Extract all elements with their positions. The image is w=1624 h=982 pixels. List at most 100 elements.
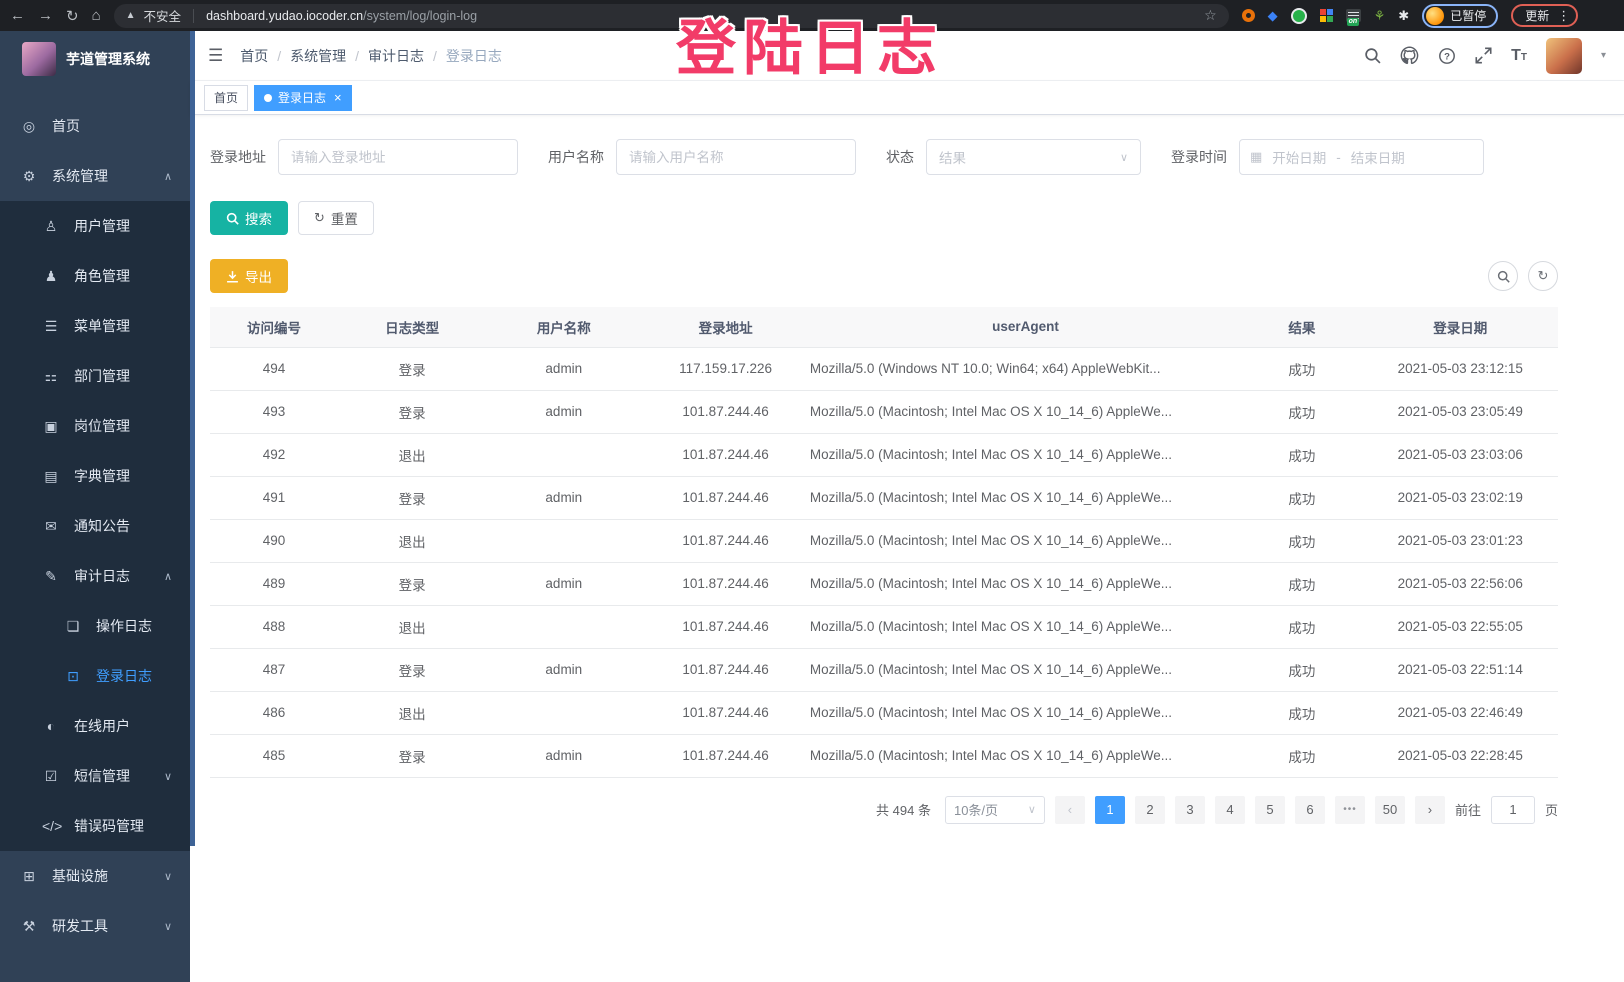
extension-grid-icon[interactable] xyxy=(1320,9,1333,22)
help-icon[interactable]: ? xyxy=(1438,47,1456,65)
cell-id: 493 xyxy=(210,390,338,433)
pagination-total: 共 494 条 xyxy=(876,800,931,819)
cell-ip: 101.87.244.46 xyxy=(641,562,810,605)
browser-update-button[interactable]: 更新 ⋮ xyxy=(1511,4,1578,27)
calendar-icon: ▦ xyxy=(1250,149,1262,165)
table-row: 494登录admin117.159.17.226Mozilla/5.0 (Win… xyxy=(210,347,1558,390)
page-button-6[interactable]: 6 xyxy=(1295,796,1325,824)
extension-donut-icon[interactable] xyxy=(1242,9,1255,22)
font-size-icon[interactable]: TT xyxy=(1511,47,1527,65)
search-button[interactable]: 搜索 xyxy=(210,201,288,235)
right-toolbar: ↻ xyxy=(1488,261,1558,291)
sidebar-item-dev-tools[interactable]: ⚒研发工具∨ xyxy=(0,901,190,951)
extension-list-icon[interactable]: on xyxy=(1346,9,1361,22)
cell-id: 489 xyxy=(210,562,338,605)
column-header: 日志类型 xyxy=(338,307,486,347)
sidebar-item-login-log[interactable]: ⊡登录日志 xyxy=(0,651,190,701)
login-time-range-picker[interactable]: ▦ 开始日期 - 结束日期 xyxy=(1239,139,1484,175)
breadcrumb-separator: / xyxy=(433,48,437,64)
sidebar-item-dept-management[interactable]: ⚏部门管理 xyxy=(0,351,190,401)
toggle-search-button[interactable] xyxy=(1488,261,1518,291)
security-label: 不安全 xyxy=(144,6,182,25)
sidebar-item-notice[interactable]: ✉通知公告 xyxy=(0,501,190,551)
chevron-up-icon: ∧ xyxy=(164,170,172,183)
fullscreen-icon[interactable] xyxy=(1475,47,1492,64)
browser-profile-chip[interactable]: 已暂停 xyxy=(1422,4,1498,28)
sidebar-item-error-code-management[interactable]: </>错误码管理 xyxy=(0,801,190,851)
sidebar-item-dict-management[interactable]: ▤字典管理 xyxy=(0,451,190,501)
cell-user xyxy=(486,605,641,648)
sidebar-item-infrastructure[interactable]: ⊞基础设施∨ xyxy=(0,851,190,901)
page-button-5[interactable]: 5 xyxy=(1255,796,1285,824)
cell-date: 2021-05-03 23:03:06 xyxy=(1363,433,1559,476)
back-icon[interactable]: ← xyxy=(10,7,25,24)
status-select[interactable]: 结果 ∨ xyxy=(926,139,1141,175)
date-start-placeholder: 开始日期 xyxy=(1272,147,1326,167)
cell-ua: Mozilla/5.0 (Macintosh; Intel Mac OS X 1… xyxy=(810,605,1241,648)
column-header: 用户名称 xyxy=(486,307,641,347)
hamburger-icon[interactable]: ☰ xyxy=(208,46,223,66)
next-page-button[interactable]: › xyxy=(1415,796,1445,824)
address-bar[interactable]: ▲ 不安全 dashboard.yudao.iocoder.cn/system/… xyxy=(114,4,1229,28)
sidebar-item-operate-log[interactable]: ❏操作日志 xyxy=(0,601,190,651)
reset-button[interactable]: ↻ 重置 xyxy=(298,201,374,235)
cell-user: admin xyxy=(486,476,641,519)
page-button-50[interactable]: 50 xyxy=(1375,796,1405,824)
caret-down-icon[interactable]: ▾ xyxy=(1601,50,1606,61)
page-button-4[interactable]: 4 xyxy=(1215,796,1245,824)
breadcrumb-item[interactable]: 首页 xyxy=(240,46,268,66)
sidebar-item-home[interactable]: ◎首页 xyxy=(0,101,190,151)
export-button[interactable]: 导出 xyxy=(210,259,288,293)
sidebar-item-audit-log[interactable]: ✎审计日志∧ xyxy=(0,551,190,601)
page-button-3[interactable]: 3 xyxy=(1175,796,1205,824)
sidebar-item-sms-management[interactable]: ☑短信管理∨ xyxy=(0,751,190,801)
page-button-1[interactable]: 1 xyxy=(1095,796,1125,824)
tag-login-log[interactable]: 登录日志× xyxy=(254,85,352,111)
prev-page-button[interactable]: ‹ xyxy=(1055,796,1085,824)
breadcrumb-item[interactable]: 系统管理 xyxy=(290,46,346,66)
more-pages-button[interactable]: ••• xyxy=(1335,796,1365,824)
refresh-icon: ↻ xyxy=(314,210,325,226)
sidebar-item-menu-management[interactable]: ☰菜单管理 xyxy=(0,301,190,351)
avatar[interactable] xyxy=(1546,38,1582,74)
reload-icon[interactable]: ↻ xyxy=(66,7,79,25)
extension-green-icon[interactable] xyxy=(1291,8,1307,24)
bookmark-star-icon[interactable]: ☆ xyxy=(1204,7,1217,24)
page-size-value: 10条/页 xyxy=(954,800,998,819)
logo[interactable]: 芋道管理系统 xyxy=(0,31,190,87)
username-input[interactable] xyxy=(616,139,856,175)
browser-menu-icon[interactable]: ⋮ xyxy=(1557,8,1570,24)
sidebar-item-label: 用户管理 xyxy=(74,216,130,236)
cell-result: 成功 xyxy=(1241,562,1362,605)
svg-text:?: ? xyxy=(1444,51,1450,62)
close-icon[interactable]: × xyxy=(334,90,342,105)
forward-icon[interactable]: → xyxy=(38,7,53,24)
github-icon[interactable] xyxy=(1400,46,1419,65)
table-row: 485登录admin101.87.244.46Mozilla/5.0 (Maci… xyxy=(210,734,1558,777)
cell-ip: 117.159.17.226 xyxy=(641,347,810,390)
browser-home-icon[interactable]: ⌂ xyxy=(92,7,101,24)
goto-page-input[interactable] xyxy=(1491,796,1535,824)
sidebar-item-label: 研发工具 xyxy=(52,916,108,936)
refresh-table-button[interactable]: ↻ xyxy=(1528,261,1558,291)
status-select-placeholder: 结果 xyxy=(939,147,966,167)
table-row: 489登录admin101.87.244.46Mozilla/5.0 (Maci… xyxy=(210,562,1558,605)
goto-suffix: 页 xyxy=(1545,800,1558,819)
extensions-puzzle-icon[interactable]: ✱ xyxy=(1398,8,1409,24)
sidebar-item-system-management[interactable]: ⚙系统管理∧ xyxy=(0,151,190,201)
extension-gem-icon[interactable]: ◆ xyxy=(1268,8,1278,24)
search-icon[interactable] xyxy=(1364,47,1381,64)
sidebar-item-online-user[interactable]: ◐在线用户 xyxy=(0,701,190,751)
column-header: userAgent xyxy=(810,307,1241,347)
sidebar-item-post-management[interactable]: ▣岗位管理 xyxy=(0,401,190,451)
sidebar-item-user-management[interactable]: ♙用户管理 xyxy=(0,201,190,251)
login-address-input[interactable] xyxy=(278,139,518,175)
org-tree-icon: ⚏ xyxy=(42,368,60,385)
cell-type: 登录 xyxy=(338,562,486,605)
page-button-2[interactable]: 2 xyxy=(1135,796,1165,824)
sidebar-item-role-management[interactable]: ♟角色管理 xyxy=(0,251,190,301)
tag-home[interactable]: 首页 xyxy=(204,85,248,111)
breadcrumb-item[interactable]: 审计日志 xyxy=(368,46,424,66)
extension-sprout-icon[interactable]: ⚘ xyxy=(1374,8,1386,24)
page-size-select[interactable]: 10条/页∨ xyxy=(945,796,1045,824)
